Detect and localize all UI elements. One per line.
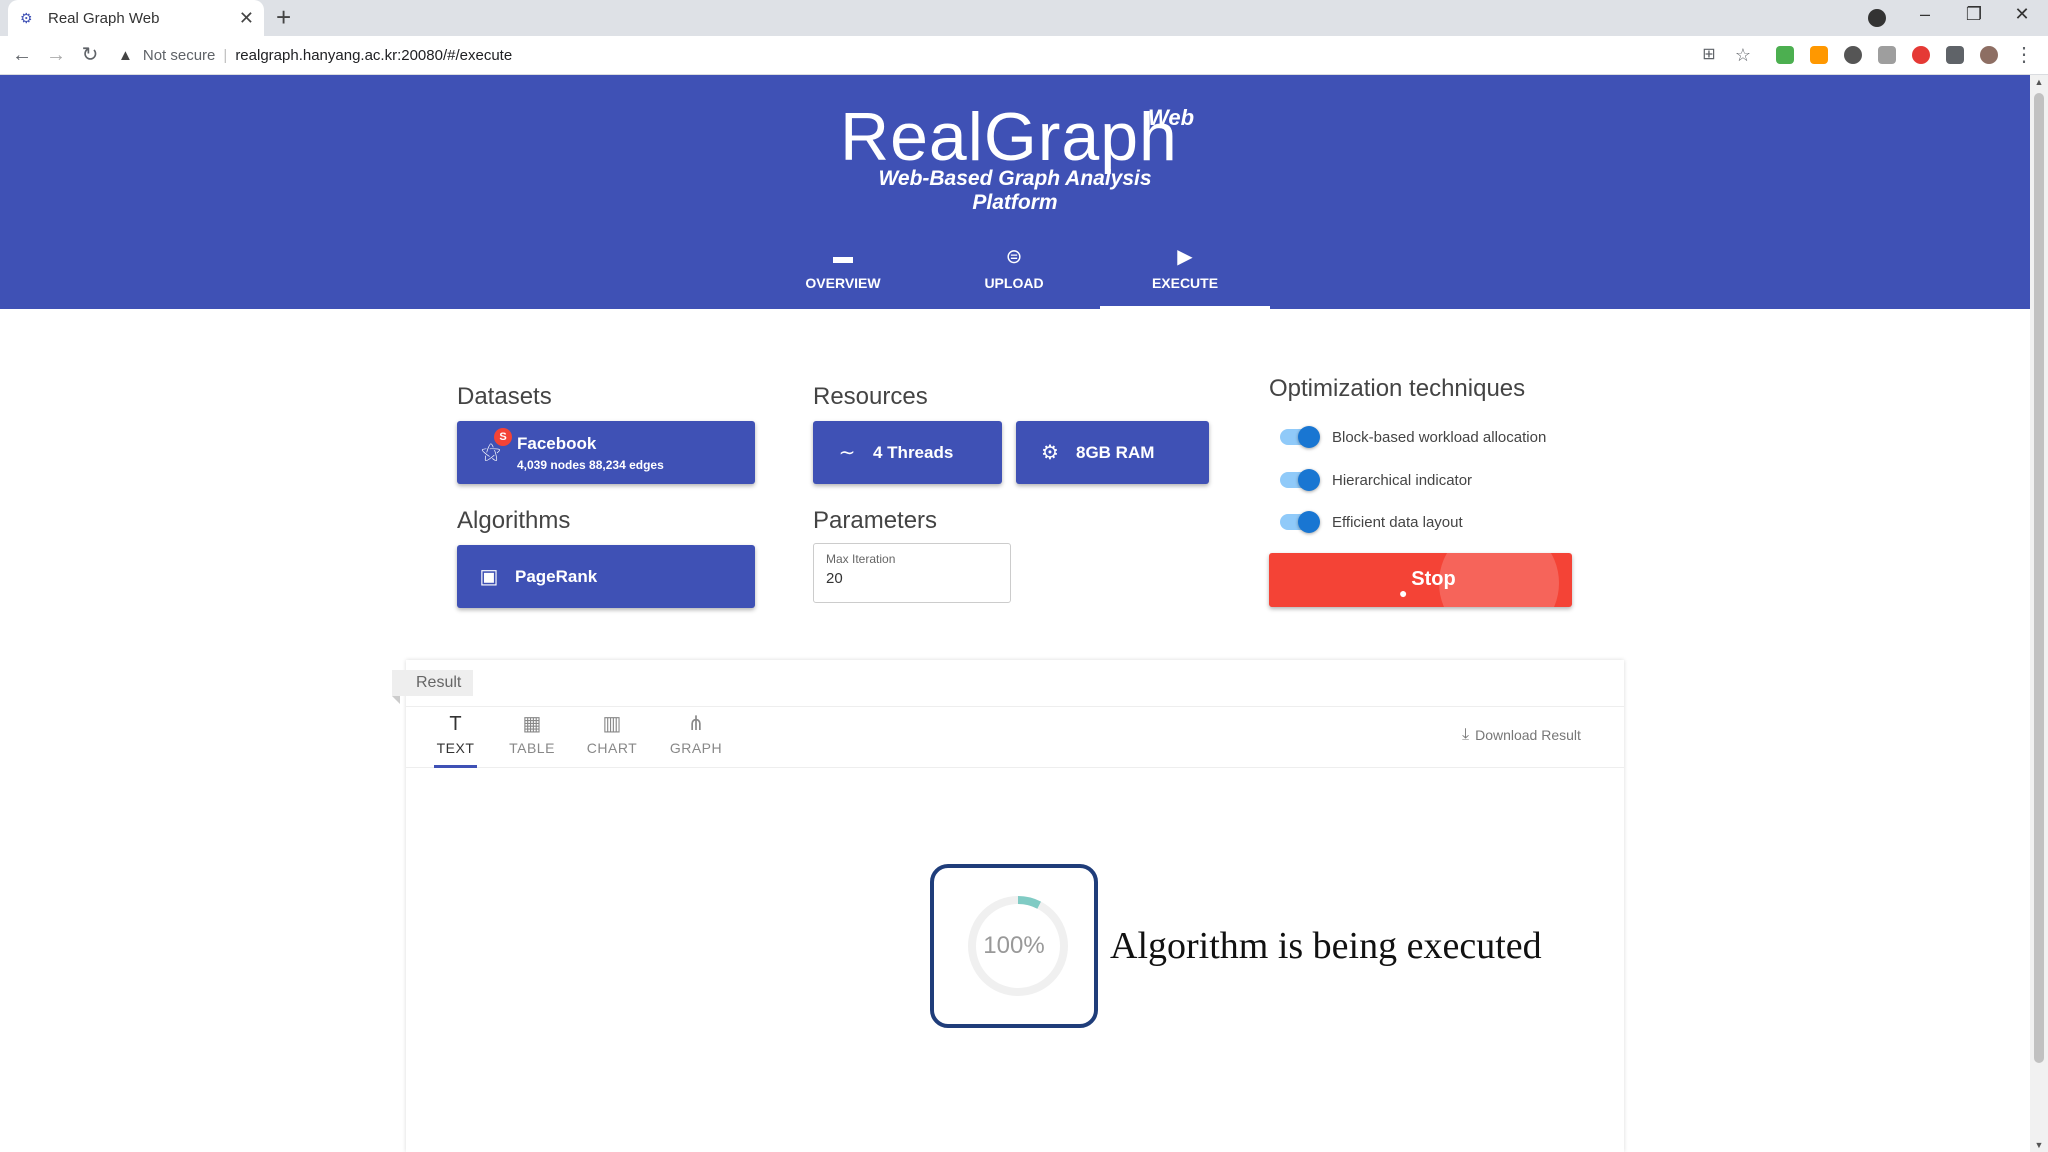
download-result-button[interactable]: ⤓ Download Result xyxy=(1462,726,1581,744)
tab-chart-label: CHART xyxy=(586,740,638,756)
algorithm-name: PageRank xyxy=(515,566,598,586)
optimization-option[interactable]: Efficient data layout xyxy=(1280,510,1463,534)
optimization-option-label: Efficient data layout xyxy=(1332,513,1463,531)
algorithm-pagerank-button[interactable]: ▣ PageRank xyxy=(457,545,755,608)
text-icon: T xyxy=(449,713,462,735)
dataset-badge: S xyxy=(494,428,512,446)
download-label: Download Result xyxy=(1475,727,1581,743)
bar-chart-icon: ▥ xyxy=(602,713,622,735)
back-icon[interactable]: ← xyxy=(10,43,34,67)
tab-overview-label: OVERVIEW xyxy=(805,275,881,291)
app-logo-superscript: Web xyxy=(1148,105,1195,130)
threads-button[interactable]: ∼ 4 Threads xyxy=(813,421,1002,484)
security-label: Not secure xyxy=(142,47,216,64)
play-icon: ▶ xyxy=(1177,246,1193,268)
warning-icon: ▲ xyxy=(118,47,133,64)
threads-label: 4 Threads xyxy=(873,442,954,462)
tab-text-label: TEXT xyxy=(436,740,475,756)
browser-tab[interactable]: ⚙ Real Graph Web ✕ xyxy=(8,0,264,36)
wave-icon: ∼ xyxy=(838,442,856,464)
minimize-icon[interactable]: – xyxy=(1913,4,1937,25)
translate-icon[interactable]: ⊞ xyxy=(1697,43,1721,67)
optimization-option[interactable]: Block-based workload allocation xyxy=(1280,425,1546,449)
browser-toolbar: ← → ↻ ▲ Not secure | realgraph.hanyang.a… xyxy=(0,36,2048,75)
dataset-stats: 4,039 nodes 88,234 edges xyxy=(517,457,664,472)
optimization-option-label: Block-based workload allocation xyxy=(1332,428,1547,446)
scrollbar-thumb[interactable] xyxy=(2034,93,2044,1063)
progress-value: 100% xyxy=(983,932,1045,959)
optimization-title: Optimization techniques xyxy=(1269,375,1526,402)
max-iteration-label: Max Iteration xyxy=(826,552,896,566)
tab-title: Real Graph Web xyxy=(48,9,160,27)
paperclip-icon: ⊜ xyxy=(1005,246,1023,268)
divider xyxy=(406,706,1624,707)
download-icon: ⤓ xyxy=(1462,726,1470,743)
table-icon: ▦ xyxy=(522,713,542,735)
max-iteration-input[interactable] xyxy=(826,570,998,587)
datasets-title: Datasets xyxy=(457,383,552,410)
stop-label: Stop xyxy=(1411,568,1456,590)
chip-icon: ⚙ xyxy=(1041,442,1059,464)
new-tab-button[interactable]: + xyxy=(276,4,291,30)
bookmark-star-icon[interactable]: ☆ xyxy=(1731,43,1755,67)
tab-upload-label: UPLOAD xyxy=(984,275,1044,291)
algorithms-title: Algorithms xyxy=(457,507,571,534)
resources-title: Resources xyxy=(813,383,928,410)
browser-tabbar: ⚙ Real Graph Web ✕ + – ❐ ✕ xyxy=(0,0,2048,36)
toggle-switch[interactable] xyxy=(1280,469,1320,491)
url-text: realgraph.hanyang.ac.kr:20080/#/execute xyxy=(235,47,513,64)
address-bar[interactable]: ▲ Not secure | realgraph.hanyang.ac.kr:2… xyxy=(118,40,1758,71)
menu-kebab-icon[interactable]: ⋮ xyxy=(2012,43,2036,67)
favicon-icon: ⚙ xyxy=(20,10,33,26)
extensions-puzzle-icon[interactable] xyxy=(1946,46,1964,64)
tab-table-label: TABLE xyxy=(509,740,555,756)
close-window-icon[interactable]: ✕ xyxy=(2010,4,2034,25)
restore-icon[interactable]: ❐ xyxy=(1962,4,1986,25)
progress-indicator: 100% xyxy=(930,864,1098,1028)
profile-menu-icon[interactable] xyxy=(1868,9,1886,27)
tab-upload[interactable]: ⊜ UPLOAD xyxy=(929,245,1099,309)
extension-icon[interactable] xyxy=(1844,46,1862,64)
pagerank-icon: ▣ xyxy=(479,566,499,588)
graph-icon: ⋔ xyxy=(687,713,705,735)
tab-text[interactable]: T TEXT xyxy=(434,712,477,768)
adblock-icon[interactable] xyxy=(1912,46,1930,64)
omnibox-divider: | xyxy=(223,47,228,64)
tab-chart[interactable]: ▥ CHART xyxy=(586,712,638,768)
tab-overview[interactable]: ▬ OVERVIEW xyxy=(758,245,928,309)
extension-icon[interactable] xyxy=(1810,46,1828,64)
optimization-option-label: Hierarchical indicator xyxy=(1332,471,1473,489)
tab-graph[interactable]: ⋔ GRAPH xyxy=(668,712,724,768)
scroll-down-icon[interactable]: ▼ xyxy=(2030,1140,2048,1150)
app-header: RealGraph Web Web-Based Graph Analysis P… xyxy=(0,75,2030,309)
ram-button[interactable]: ⚙ 8GB RAM xyxy=(1016,421,1209,484)
max-iteration-field[interactable]: Max Iteration xyxy=(813,543,1011,603)
stop-button[interactable]: ● Stop xyxy=(1269,553,1572,607)
result-tag: Result xyxy=(392,670,474,704)
book-icon: ▬ xyxy=(833,246,853,268)
toggle-switch[interactable] xyxy=(1280,426,1320,448)
execution-message: Algorithm is being executed xyxy=(1110,925,1542,967)
forward-icon[interactable]: → xyxy=(44,43,68,67)
page-scrollbar[interactable]: ▲ ▼ xyxy=(2030,75,2048,1152)
ram-label: 8GB RAM xyxy=(1076,442,1155,462)
reload-icon[interactable]: ↻ xyxy=(78,43,102,67)
tab-graph-label: GRAPH xyxy=(669,740,723,756)
app-tagline: Web-Based Graph Analysis Platform xyxy=(878,167,1152,214)
avatar[interactable] xyxy=(1980,46,1998,64)
dataset-name: Facebook xyxy=(517,433,597,453)
extension-icon[interactable] xyxy=(1878,46,1896,64)
toggle-switch[interactable] xyxy=(1280,511,1320,533)
close-tab-icon[interactable]: ✕ xyxy=(239,8,254,28)
tab-execute[interactable]: ▶ EXECUTE xyxy=(1100,245,1270,309)
tab-table[interactable]: ▦ TABLE xyxy=(506,712,558,768)
parameters-title: Parameters xyxy=(813,507,938,534)
optimization-option[interactable]: Hierarchical indicator xyxy=(1280,468,1472,492)
tab-execute-label: EXECUTE xyxy=(1151,275,1219,291)
app-logo: RealGraph xyxy=(840,99,1178,175)
extension-icon[interactable] xyxy=(1776,46,1794,64)
scroll-up-icon[interactable]: ▲ xyxy=(2030,77,2048,87)
